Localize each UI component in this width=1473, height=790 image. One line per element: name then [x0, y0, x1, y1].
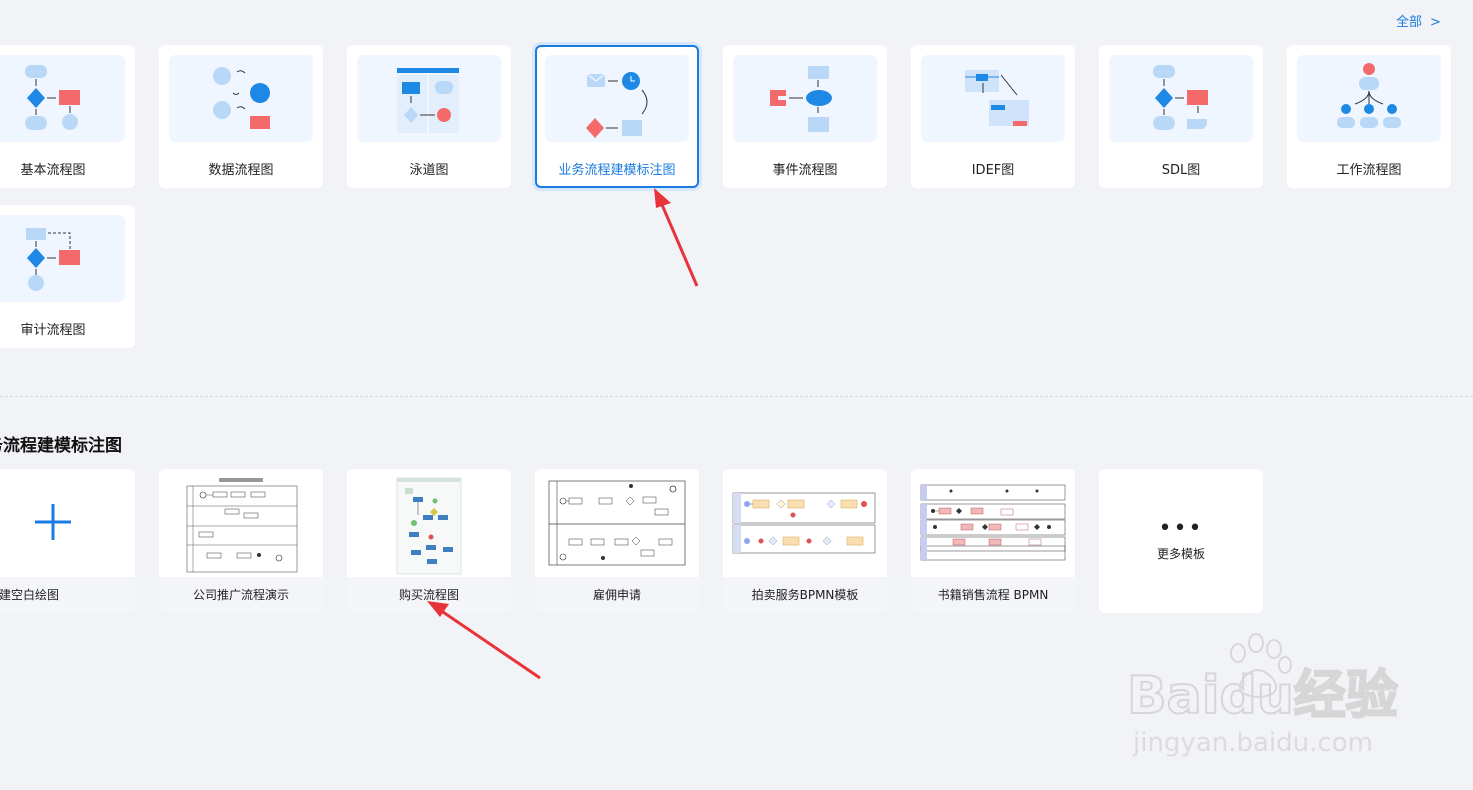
baidu-logo-icon: Baidu经验 jingyan.baidu.com	[1126, 633, 1399, 758]
red-arrow-icon	[427, 601, 541, 680]
watermark-url: jingyan.baidu.com	[1132, 728, 1373, 758]
baidu-jingyan-watermark: Baidu经验 jingyan.baidu.com	[1125, 625, 1415, 764]
red-arrow-icon	[654, 188, 699, 287]
watermark-brand: Baidu经验	[1127, 666, 1398, 726]
